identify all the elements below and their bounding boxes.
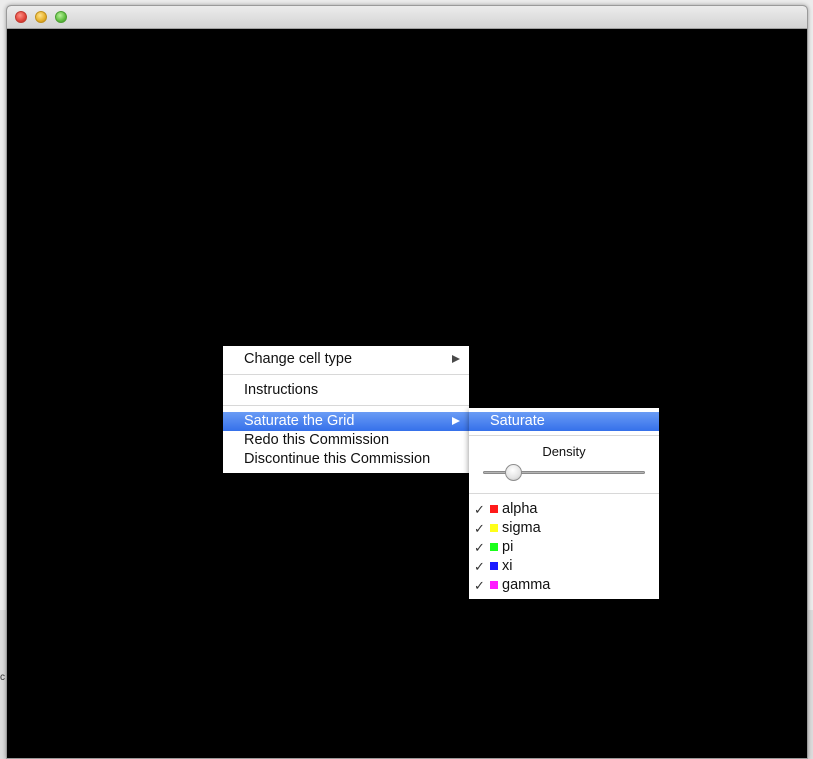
saturate-button[interactable]: Saturate [469,412,659,431]
menu-item-label: Discontinue this Commission [244,451,431,467]
menu-separator [223,405,469,406]
cell-type-item-alpha[interactable]: ✓ alpha [469,500,659,519]
menu-item-instructions[interactable]: Instructions [223,381,469,400]
menu-separator [223,374,469,375]
color-swatch-icon [490,505,498,513]
menu-separator [469,493,659,494]
cell-type-label: gamma [502,577,551,593]
cell-type-item-pi[interactable]: ✓ pi [469,538,659,557]
minimize-window-button[interactable] [35,11,47,23]
menu-item-change-cell-type[interactable]: Change cell type [223,350,469,369]
close-window-button[interactable] [15,11,27,23]
color-swatch-icon [490,562,498,570]
menu-item-label: Saturate the Grid [244,413,355,429]
check-icon: ✓ [474,521,485,536]
cell-type-label: alpha [502,501,538,517]
cell-type-label: sigma [502,520,541,536]
saturate-submenu: Saturate Density ✓ alpha ✓ sigma ✓ pi ✓ xi ✓ gamm… [469,408,659,599]
menu-separator [469,435,659,436]
color-swatch-icon [490,581,498,589]
background-text: c [0,672,5,683]
menu-item-label: Redo this Commission [244,432,390,448]
check-icon: ✓ [474,540,485,555]
menu-item-label: Instructions [244,382,319,398]
cell-type-item-gamma[interactable]: ✓ gamma [469,576,659,595]
zoom-window-button[interactable] [55,11,67,23]
density-slider-knob[interactable] [504,464,522,481]
cell-type-item-xi[interactable]: ✓ xi [469,557,659,576]
menu-item-redo-commission[interactable]: Redo this Commission [223,431,469,450]
title-bar[interactable] [7,6,807,29]
density-label: Density [542,444,586,459]
submenu-arrow-icon [452,417,460,425]
cell-type-label: xi [502,558,513,574]
menu-item-label: Saturate [490,413,545,429]
cell-type-item-sigma[interactable]: ✓ sigma [469,519,659,538]
check-icon: ✓ [474,502,485,517]
context-menu: Change cell type Instructions Saturate t… [223,346,469,473]
check-icon: ✓ [474,578,485,593]
menu-item-saturate-the-grid[interactable]: Saturate the Grid [223,412,469,431]
color-swatch-icon [490,524,498,532]
color-swatch-icon [490,543,498,551]
menu-item-discontinue-commission[interactable]: Discontinue this Commission [223,450,469,469]
menu-item-label: Change cell type [244,351,353,367]
cell-type-label: pi [502,539,514,555]
submenu-arrow-icon [452,355,460,363]
check-icon: ✓ [474,559,485,574]
